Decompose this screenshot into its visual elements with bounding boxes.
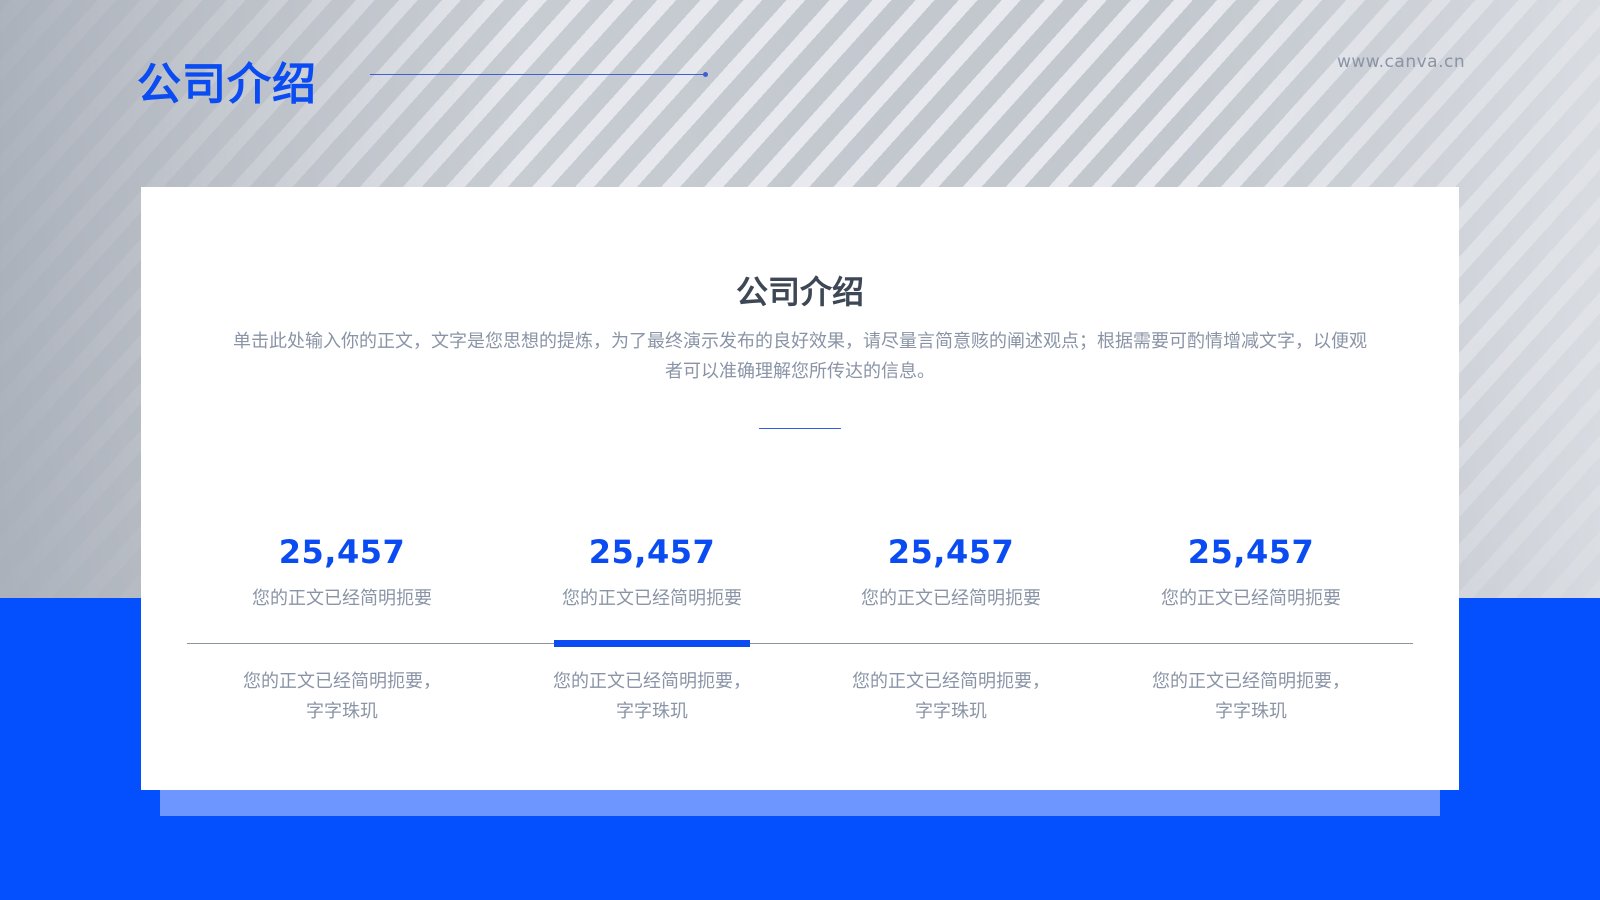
page-title: 公司介绍 (137, 59, 317, 110)
watermark-url: www.canva.cn (1337, 52, 1466, 72)
stat-description-line: 您的正文已经简明扼要， (553, 671, 751, 692)
stat-description: 您的正文已经简明扼要， 字字珠玑 (502, 667, 802, 727)
stat-label: 您的正文已经简明扼要 (861, 588, 1041, 609)
stat-description: 您的正文已经简明扼要， 字字珠玑 (801, 667, 1101, 727)
stat-number: 25,457 (278, 533, 406, 571)
stat-number: 25,457 (1187, 533, 1315, 571)
title-underline-arrow (370, 72, 708, 77)
stat-description-line: 字字珠玑 (306, 701, 378, 722)
stat-label: 您的正文已经简明扼要 (562, 588, 742, 609)
stat-description: 您的正文已经简明扼要， 字字珠玑 (192, 667, 492, 727)
stat-number: 25,457 (887, 533, 1015, 571)
stat-description-line: 字字珠玑 (616, 701, 688, 722)
stat-number: 25,457 (588, 533, 716, 571)
stat-description-line: 您的正文已经简明扼要， (1152, 671, 1350, 692)
timeline-line (187, 643, 1413, 644)
stat-description-line: 您的正文已经简明扼要， (243, 671, 441, 692)
stat-description-line: 字字珠玑 (915, 701, 987, 722)
card-title: 公司介绍 (735, 273, 864, 311)
content-card: 公司介绍 单击此处输入你的正文，文字是您思想的提炼，为了最终演示发布的良好效果，… (141, 187, 1459, 790)
stat-description-line: 您的正文已经简明扼要， (852, 671, 1050, 692)
stat-label: 您的正文已经简明扼要 (1161, 588, 1341, 609)
stat-label: 您的正文已经简明扼要 (252, 588, 432, 609)
stat-item: 25,457 您的正文已经简明扼要 (502, 532, 802, 612)
card-body-text: 单击此处输入你的正文，文字是您思想的提炼，为了最终演示发布的良好效果，请尽量言简… (233, 331, 1367, 382)
stat-item: 25,457 您的正文已经简明扼要 (1101, 532, 1401, 612)
stat-description: 您的正文已经简明扼要， 字字珠玑 (1101, 667, 1401, 727)
stat-item: 25,457 您的正文已经简明扼要 (801, 532, 1101, 612)
timeline-active-marker (554, 640, 750, 647)
stat-item: 25,457 您的正文已经简明扼要 (192, 532, 492, 612)
center-divider (759, 428, 841, 429)
stat-description-line: 字字珠玑 (1215, 701, 1287, 722)
